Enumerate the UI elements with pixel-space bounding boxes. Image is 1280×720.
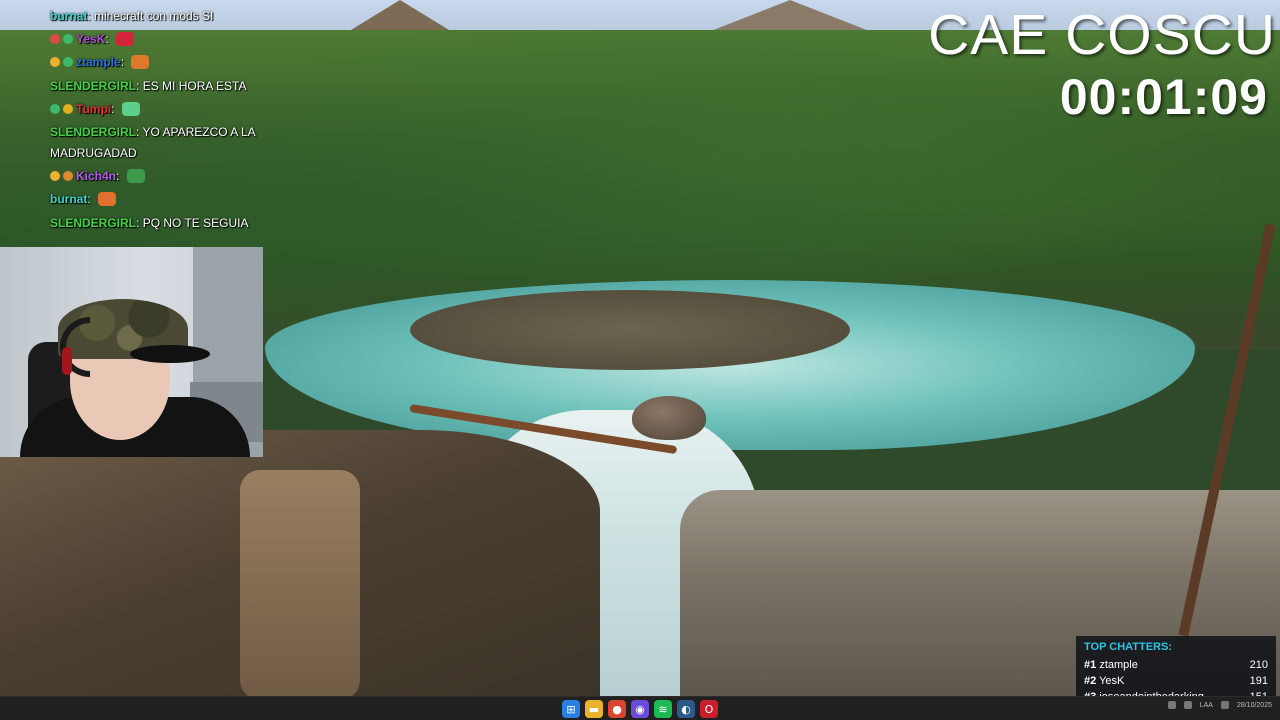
chat-separator: : [105, 31, 113, 46]
chat-emote-icon [131, 55, 150, 69]
chat-overlay: burnat: minecraft con mods SI YesK: ztamp… [50, 6, 270, 235]
chat-emote-icon [121, 102, 140, 116]
steam-icon[interactable]: ◐ [677, 700, 695, 718]
chat-separator: : [111, 102, 118, 116]
chat-emote-icon [116, 31, 135, 46]
chat-badge-icon [50, 104, 60, 114]
chat-badge-icon [50, 57, 60, 67]
chat-separator: : [136, 215, 143, 230]
windows-taskbar: ⊞ ▬ ● ◉ ≋ ◐ O LAA 28/10/2025 [0, 696, 1280, 720]
wallpaper-island [410, 290, 850, 370]
chat-username[interactable]: YesK [76, 32, 105, 46]
chat-username[interactable]: SLENDERGIRL [50, 79, 136, 93]
top-chatter-entry: #2 YesK [1084, 673, 1124, 689]
chat-username[interactable]: Kich4n [76, 169, 116, 183]
chat-username[interactable]: SLENDERGIRL [50, 125, 136, 139]
stream-timer: 00:01:09 [1059, 69, 1268, 125]
chat-text: PQ NO TE SEGUIA [142, 215, 249, 230]
chat-separator: : [136, 78, 143, 93]
chat-emote-icon [126, 168, 145, 183]
obs-icon[interactable]: ◉ [631, 700, 649, 718]
chrome-icon[interactable]: ● [608, 700, 626, 718]
top-chatter-name: ztample [1099, 659, 1138, 671]
webcam-feed [0, 247, 263, 457]
top-chatter-rank: #2 [1084, 675, 1097, 687]
taskbar-pinned-apps: ⊞ ▬ ● ◉ ≋ ◐ O [562, 700, 718, 718]
tray-network-icon[interactable] [1183, 701, 1192, 709]
chat-separator: : [87, 192, 95, 206]
top-chatter-entry: #1 ztample [1084, 657, 1138, 673]
chat-separator: : [87, 9, 95, 23]
chat-message: SLENDERGIRL: YO APAREZCO A LA MADRUGADAD [50, 122, 270, 165]
top-chatter-rank: #1 [1084, 659, 1097, 671]
tray-clock-date[interactable]: 28/10/2025 [1237, 702, 1272, 709]
chat-separator: : [116, 168, 123, 183]
chat-badge-icon [63, 104, 73, 114]
chat-badge-icon [63, 33, 73, 44]
chat-message: SLENDERGIRL: ES MI HORA ESTA [50, 75, 270, 99]
windows-start-icon[interactable]: ⊞ [562, 700, 580, 718]
chat-badge-icon [63, 57, 73, 67]
stream-title: CAE COSCU [928, 3, 1276, 67]
chat-username[interactable]: SLENDERGIRL [50, 216, 136, 230]
chat-separator: : [120, 55, 128, 69]
chat-message: YesK: [50, 28, 270, 52]
chat-username[interactable]: burnat [50, 9, 87, 23]
chat-text: minecraft con mods SI [94, 9, 214, 23]
chat-message: burnat: minecraft con mods SI [50, 6, 270, 28]
top-chatter-name: YesK [1099, 675, 1125, 687]
top-chatter-row: #1 ztample 210 [1084, 657, 1268, 673]
chat-message: ztample: [50, 51, 270, 75]
chat-badge-icon [50, 33, 60, 44]
top-chatter-count: 191 [1249, 675, 1268, 687]
file-explorer-icon[interactable]: ▬ [585, 700, 603, 718]
chat-username[interactable]: Tumpi [76, 102, 111, 116]
chat-badge-icon [50, 170, 60, 181]
system-tray: LAA 28/10/2025 [1167, 701, 1272, 709]
chat-username[interactable]: ztample [76, 55, 121, 69]
chat-username[interactable]: burnat [50, 192, 87, 206]
tray-chevron-icon[interactable] [1167, 701, 1176, 709]
webcam-headset-cup [62, 347, 72, 375]
wallpaper-boulder [632, 396, 706, 440]
chat-message: burnat: [50, 188, 270, 212]
tray-volume-icon[interactable] [1220, 701, 1229, 709]
chat-message: Kich4n: [50, 165, 270, 189]
chat-message: SLENDERGIRL: PQ NO TE SEGUIA [50, 212, 270, 236]
webcam-cap-bill [130, 345, 210, 363]
chat-badge-icon [63, 170, 73, 181]
spotify-icon[interactable]: ≋ [654, 700, 672, 718]
tray-language[interactable]: LAA [1200, 702, 1213, 709]
opera-icon[interactable]: O [700, 700, 718, 718]
top-chatter-count: 210 [1249, 659, 1268, 671]
chat-text: ES MI HORA ESTA [142, 78, 247, 93]
chat-message: Tumpi: [50, 98, 270, 122]
wallpaper-cliff-left [0, 430, 600, 696]
top-chatter-row: #2 YesK 191 [1084, 673, 1268, 689]
top-chatters-title: TOP CHATTERS: [1084, 641, 1173, 653]
chat-emote-icon [98, 192, 117, 206]
